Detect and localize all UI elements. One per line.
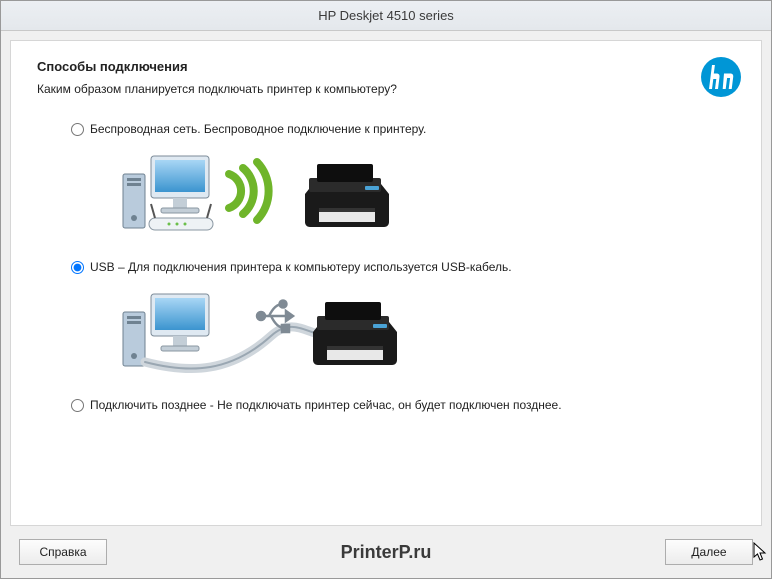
option-usb-label: USB – Для подключения принтера к компьют…: [90, 260, 512, 274]
window-title: HP Deskjet 4510 series: [318, 8, 454, 23]
radio-wireless[interactable]: [71, 123, 84, 136]
titlebar: HP Deskjet 4510 series: [1, 1, 771, 31]
footer-bar: Справка PrinterP.ru Далее: [1, 526, 771, 578]
option-usb: USB – Для подключения принтера к компьют…: [71, 260, 735, 376]
installer-window: HP Deskjet 4510 series Способы подключен…: [0, 0, 772, 579]
radio-later[interactable]: [71, 399, 84, 412]
illustration-wireless: [121, 146, 735, 238]
option-wireless-row[interactable]: Беспроводная сеть. Беспроводное подключе…: [71, 122, 735, 136]
option-usb-row[interactable]: USB – Для подключения принтера к компьют…: [71, 260, 735, 274]
option-later-row[interactable]: Подключить позднее - Не подключать принт…: [71, 398, 735, 412]
hp-logo-icon: [699, 55, 743, 104]
help-button[interactable]: Справка: [19, 539, 107, 565]
content-panel: Способы подключения Каким образом планир…: [10, 40, 762, 526]
page-subheading: Каким образом планируется подключать при…: [37, 82, 735, 96]
radio-usb[interactable]: [71, 261, 84, 274]
watermark-text: PrinterP.ru: [341, 542, 432, 563]
option-later: Подключить позднее - Не подключать принт…: [71, 398, 735, 412]
page-heading: Способы подключения: [37, 59, 735, 74]
option-wireless-label: Беспроводная сеть. Беспроводное подключе…: [90, 122, 426, 136]
option-later-label: Подключить позднее - Не подключать принт…: [90, 398, 562, 412]
illustration-usb: [121, 284, 735, 376]
option-wireless: Беспроводная сеть. Беспроводное подключе…: [71, 122, 735, 238]
next-button[interactable]: Далее: [665, 539, 753, 565]
